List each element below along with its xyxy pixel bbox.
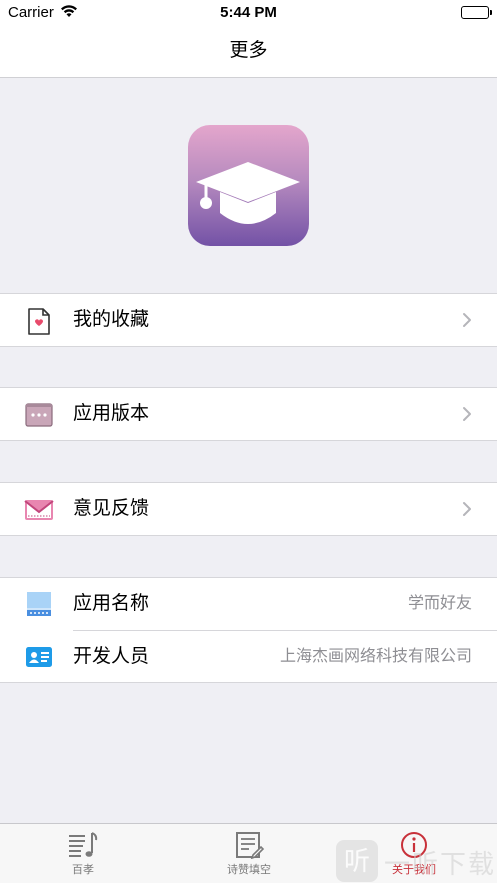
developer-value: 上海杰画网络科技有限公司 [279, 648, 472, 665]
id-card-icon [24, 642, 54, 672]
developer-row: 开发人员 上海杰画网络科技有限公司 [0, 631, 497, 683]
mail-icon [24, 495, 54, 525]
app-name-label: 应用名称 [73, 593, 150, 614]
status-bar: Carrier 5:44 PM [0, 0, 497, 26]
clock: 5:44 PM [220, 4, 277, 21]
tab-label: 诗赞填空 [227, 864, 271, 876]
music-list-icon [69, 832, 98, 857]
chevron-right-icon [461, 312, 473, 328]
watermark: 听 一听下载 [336, 838, 496, 882]
battery-icon [461, 6, 492, 19]
page-title: 更多 [229, 40, 268, 61]
version-box-icon [24, 400, 54, 430]
edit-document-icon [236, 832, 265, 859]
tab-fill-blank[interactable]: 诗赞填空 [166, 824, 332, 883]
watermark-text: 一听下载 [384, 849, 497, 879]
watermark-logo: 听 [336, 840, 378, 882]
app-info-group: 应用名称 学而好友 开发人员 上海杰画网络科技有限公司 [0, 577, 497, 683]
chevron-right-icon [461, 406, 473, 422]
app-window-icon [24, 589, 54, 619]
app-logo [188, 125, 309, 246]
tab-label: 百孝 [72, 864, 94, 876]
favorites-label: 我的收藏 [73, 309, 150, 330]
tab-baixiao[interactable]: 百孝 [0, 824, 166, 883]
favorite-document-icon [24, 306, 54, 336]
chevron-right-icon [461, 501, 473, 517]
favorites-row[interactable]: 我的收藏 [0, 293, 497, 347]
version-row[interactable]: 应用版本 [0, 387, 497, 441]
navigation-bar: 更多 [0, 26, 497, 78]
app-name-value: 学而好友 [407, 595, 472, 612]
graduation-cap-icon [196, 162, 300, 224]
feedback-label: 意见反馈 [73, 498, 150, 519]
feedback-row[interactable]: 意见反馈 [0, 482, 497, 536]
app-name-row: 应用名称 学而好友 [0, 578, 497, 631]
version-label: 应用版本 [73, 403, 150, 424]
developer-label: 开发人员 [73, 646, 150, 667]
